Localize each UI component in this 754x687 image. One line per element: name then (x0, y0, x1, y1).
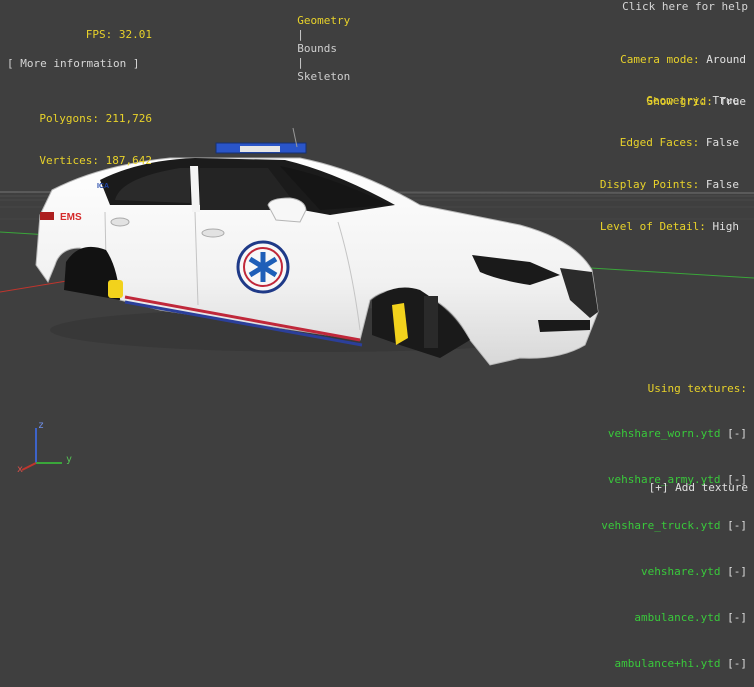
remove-texture-button[interactable]: [-] (727, 427, 747, 440)
list-item: ambulance+hi.ytd [-] (601, 655, 747, 673)
vertices-readout: Vertices: 187,642 (39, 154, 152, 167)
list-item: ambulance.ytd [-] (601, 609, 747, 627)
texture-name[interactable]: ambulance.ytd (634, 611, 720, 624)
geometry-option[interactable]: Geometry: True (600, 94, 739, 108)
tab-separator: | (297, 56, 304, 69)
axis-label-z: z (38, 420, 44, 431)
display-points-option[interactable]: Display Points: False (600, 178, 739, 192)
remove-texture-button[interactable]: [-] (727, 611, 747, 624)
remove-texture-button[interactable]: [-] (727, 657, 747, 670)
polygons-readout: Polygons: 211,726 (39, 112, 152, 125)
tab-bounds[interactable]: Bounds (297, 42, 337, 55)
camera-mode-option[interactable]: Camera mode: Around (620, 53, 746, 67)
axis-label-y: y (66, 454, 72, 465)
list-item: vehshare_truck.ytd [-] (601, 517, 747, 535)
list-item: vehshare_worn.ytd [-] (601, 425, 747, 443)
texture-list: Using textures: vehshare_worn.ytd [-] ve… (601, 354, 747, 687)
tab-skeleton[interactable]: Skeleton (297, 70, 350, 83)
remove-texture-button[interactable]: [-] (727, 565, 747, 578)
texture-list-header: Using textures: (647, 382, 747, 395)
tab-geometry[interactable]: Geometry (297, 14, 350, 27)
level-of-detail-option[interactable]: Level of Detail: High (600, 220, 739, 234)
help-link[interactable]: Click here for help (622, 0, 748, 14)
side-code-decal: ICA (97, 183, 109, 190)
edged-faces-option[interactable]: Edged Faces: False (600, 136, 739, 150)
add-texture-button[interactable]: [+] Add texture (649, 481, 748, 495)
more-information-link[interactable]: [ More information ] (7, 57, 139, 71)
fps-readout: FPS: 32.01 (85, 28, 152, 41)
ems-decal: EMS (60, 212, 82, 223)
texture-name[interactable]: vehshare.ytd (641, 565, 720, 578)
view-mode-tabs: Geometry | Bounds | Skeleton (284, 0, 350, 84)
texture-name[interactable]: vehshare_worn.ytd (608, 427, 721, 440)
axis-label-x: x (17, 464, 23, 475)
texture-name[interactable]: ambulance+hi.ytd (615, 657, 721, 670)
remove-texture-button[interactable]: [-] (727, 519, 747, 532)
stats-panel: FPS: 32.01 Polygons: 211,726 Vertices: 1… (0, 0, 152, 182)
axis-gizmo: z y x (17, 420, 72, 475)
list-item: vehshare.ytd [-] (601, 563, 747, 581)
tab-separator: | (297, 28, 304, 41)
texture-name[interactable]: vehshare_truck.ytd (601, 519, 720, 532)
render-options: Geometry: True Edged Faces: False Displa… (600, 66, 739, 248)
